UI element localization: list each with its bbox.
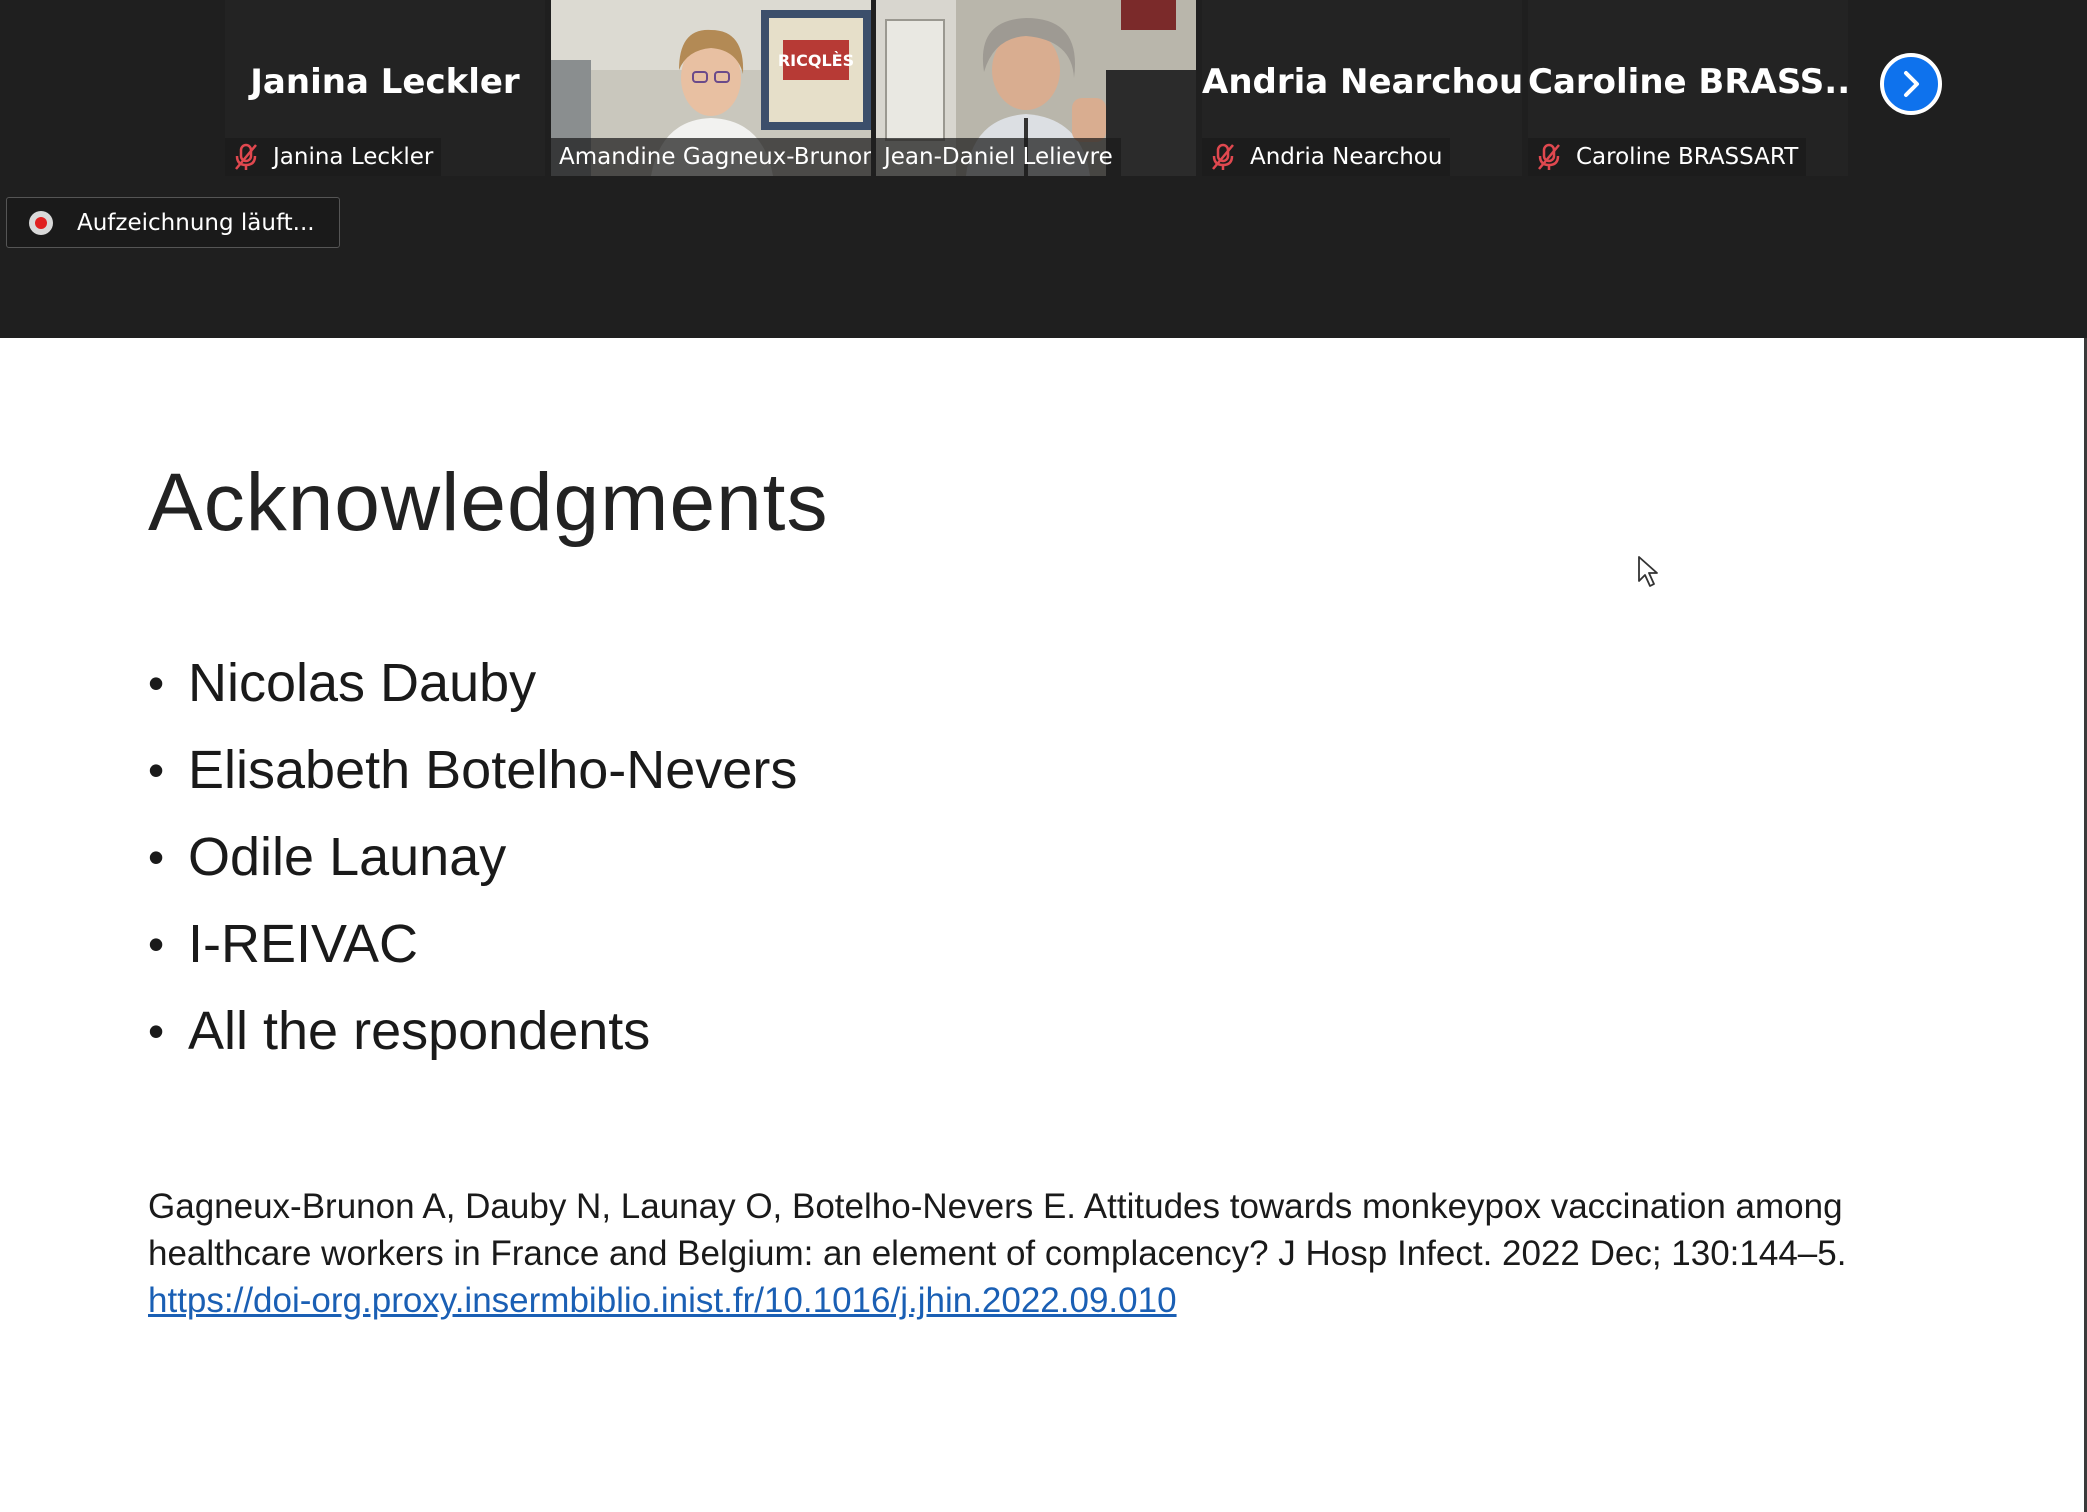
shared-screen-slide: Acknowledgments • Nicolas Dauby • Elisabet… xyxy=(0,338,2084,1512)
participant-display-name: Caroline BRASS... xyxy=(1528,62,1848,102)
list-item: • Odile Launay xyxy=(148,827,507,887)
participant-label-text: Janina Leckler xyxy=(273,144,434,170)
participant-video-tile[interactable]: RICQLÈS Amandine Gagneux-Brunon xyxy=(551,0,871,176)
chevron-right-icon xyxy=(1904,71,1919,97)
participant-tile[interactable]: Andria Nearchou Andria Nearchou xyxy=(1202,0,1522,176)
participant-name-label: Jean-Daniel Lelievre xyxy=(876,138,1121,176)
participant-display-name: Janina Leckler xyxy=(250,62,520,102)
participant-label-text: Jean-Daniel Lelievre xyxy=(884,144,1113,170)
participant-name-label: Janina Leckler xyxy=(225,138,442,176)
participant-name-label: Caroline BRASSART xyxy=(1528,138,1807,176)
doi-link[interactable]: https://doi-org.proxy.insermbiblio.inist… xyxy=(148,1281,1177,1320)
participant-label-text: Amandine Gagneux-Brunon xyxy=(559,144,871,170)
meeting-window: Janina Leckler Janina Leckler RICQLÈS Am… xyxy=(0,0,2087,1512)
citation-text: Gagneux-Brunon A, Dauby N, Launay O, Bot… xyxy=(148,1187,1847,1273)
participant-name-label: Amandine Gagneux-Brunon xyxy=(551,138,871,176)
mouse-cursor-icon xyxy=(1638,556,1658,587)
list-item: • Elisabeth Botelho-Nevers xyxy=(148,740,798,800)
poster-text: RICQLÈS xyxy=(778,51,854,70)
participant-tile[interactable]: Janina Leckler Janina Leckler xyxy=(225,0,545,176)
mic-muted-icon xyxy=(1538,143,1560,170)
participant-display-name: Andria Nearchou xyxy=(1202,62,1522,102)
participant-label-text: Caroline BRASSART xyxy=(1576,144,1799,170)
slide-title: Acknowledgments xyxy=(148,457,829,548)
participant-tile[interactable]: Caroline BRASS... Caroline BRASSART xyxy=(1528,0,1848,176)
active-speaker-video-tile[interactable]: Jean-Daniel Lelievre xyxy=(876,0,1196,176)
list-item: • All the respondents xyxy=(148,1001,651,1061)
recording-icon xyxy=(29,210,53,235)
participant-strip: Janina Leckler Janina Leckler RICQLÈS Am… xyxy=(0,0,2087,338)
mic-muted-icon xyxy=(235,143,257,170)
participant-name-label: Andria Nearchou xyxy=(1202,138,1451,176)
recording-status-text: Aufzeichnung läuft... xyxy=(77,209,315,236)
recording-indicator[interactable]: Aufzeichnung läuft... xyxy=(6,197,340,248)
participant-label-text: Andria Nearchou xyxy=(1250,144,1443,170)
list-item: • Nicolas Dauby xyxy=(148,653,537,713)
acknowledgment-list: • Nicolas Dauby • Elisabeth Botelho-Nevers… xyxy=(148,656,797,1091)
mic-muted-icon xyxy=(1212,143,1234,170)
reference-citation: Gagneux-Brunon A, Dauby N, Launay O, Bot… xyxy=(148,1183,1908,1324)
next-participants-button[interactable] xyxy=(1880,53,1942,115)
list-item: • I-REIVAC xyxy=(148,914,419,974)
